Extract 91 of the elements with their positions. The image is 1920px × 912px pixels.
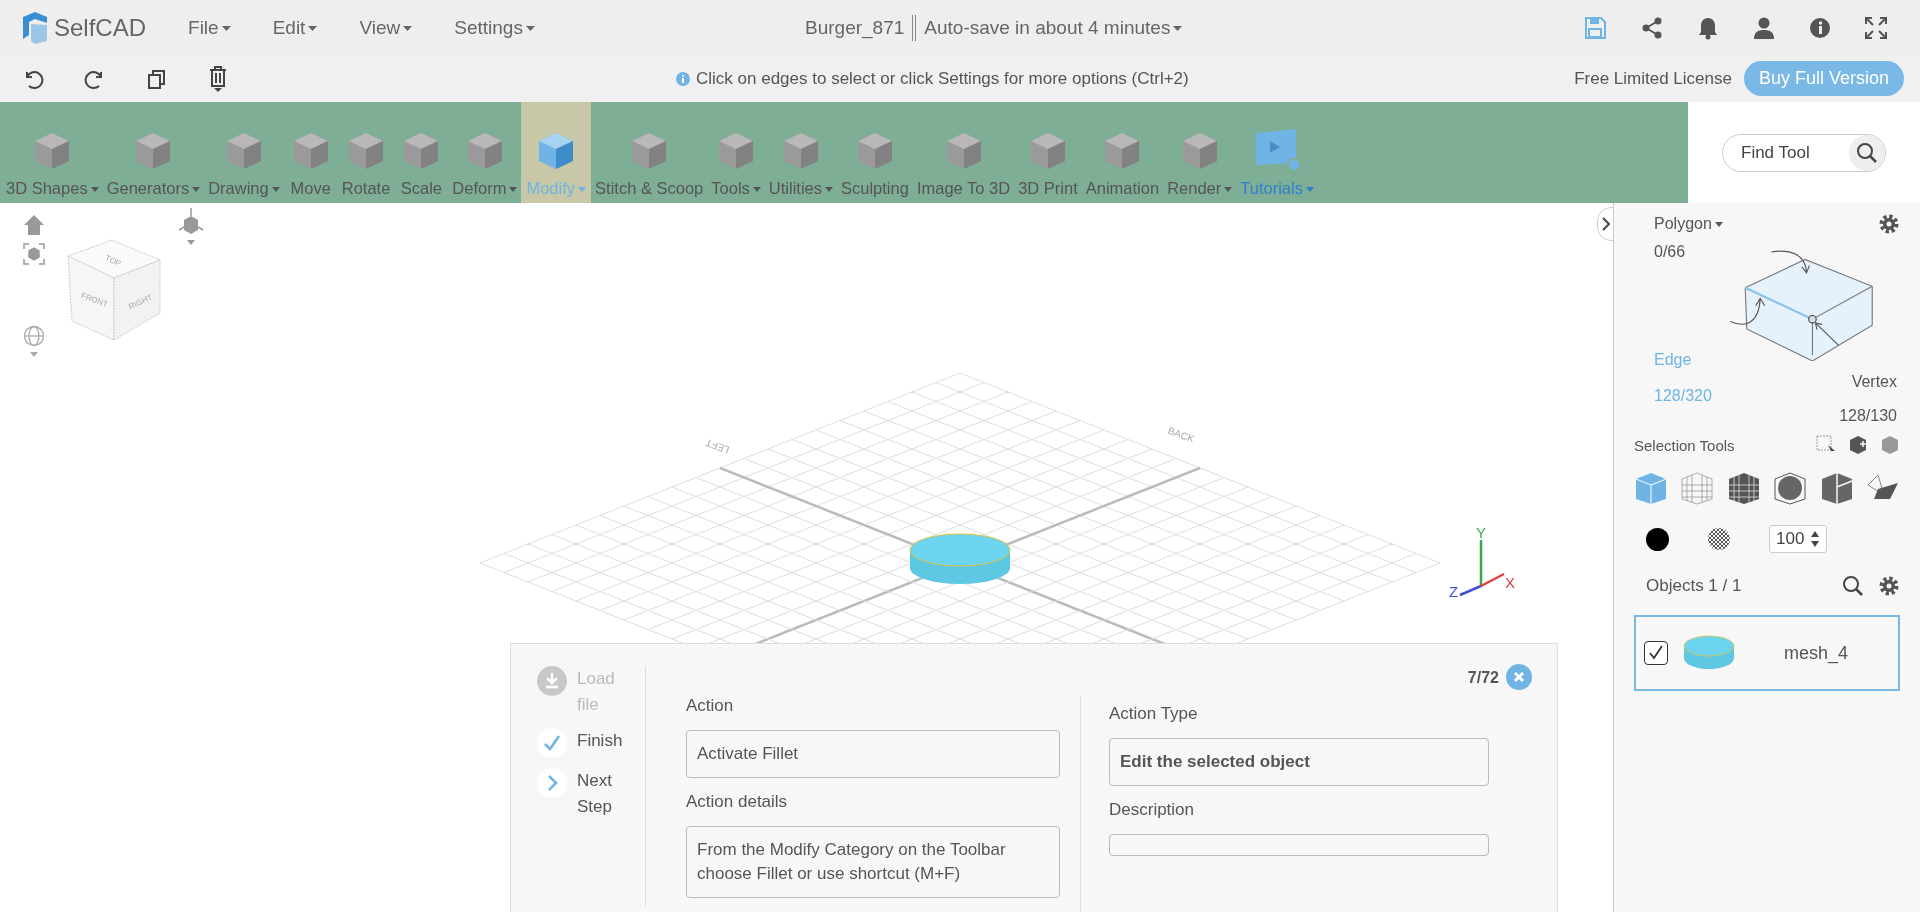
section-title: Objects 1 / 1	[1646, 576, 1742, 596]
toolbar-button[interactable]: Scale	[394, 102, 449, 203]
toolbar-button[interactable]: Rotate	[337, 102, 395, 203]
opacity-field[interactable]: 100	[1769, 525, 1828, 553]
caret-icon	[509, 187, 518, 193]
description-field[interactable]	[1109, 834, 1489, 856]
toolbar-button[interactable]: Drawing	[204, 102, 284, 203]
info-icon	[676, 71, 690, 86]
fullscreen-icon[interactable]	[1864, 15, 1888, 40]
selection-mode[interactable]: Edge 128/320	[1654, 351, 1712, 405]
action-details-field[interactable]: From the Modify Category on the Toolbar choose Fillet or use shortcut (M+F)	[686, 826, 1060, 898]
caret-icon	[825, 187, 833, 193]
toolbar-button[interactable]: 3D Print	[1014, 102, 1082, 203]
settings-icon[interactable]	[1878, 213, 1900, 235]
copy-icon[interactable]	[146, 67, 168, 90]
checkbox[interactable]	[1644, 641, 1668, 665]
cube-icon[interactable]	[1880, 435, 1900, 455]
caret-icon	[1305, 187, 1314, 193]
caret-icon	[308, 26, 318, 31]
menu-item[interactable]: Settings	[454, 16, 535, 39]
toolbar-button[interactable]: 3D Shapes	[2, 102, 103, 203]
share-icon[interactable]	[1640, 15, 1664, 40]
menu-item[interactable]: File	[188, 16, 231, 39]
check-icon	[537, 728, 567, 758]
field-label: Action	[686, 696, 735, 716]
grid-cube-icon[interactable]	[1726, 471, 1761, 505]
action-field[interactable]: Activate Fillet	[686, 730, 1060, 778]
buy-button[interactable]: Buy Full Version	[1743, 61, 1904, 96]
toolbar-button[interactable]: Image To 3D	[912, 102, 1015, 203]
selection-mode[interactable]: Vertex 128/130	[1839, 373, 1897, 425]
caret-icon	[578, 187, 587, 193]
logo-icon	[20, 10, 50, 45]
object-item[interactable]: mesh_4	[1634, 615, 1900, 691]
cube-plus-icon[interactable]	[1848, 435, 1868, 455]
caret-icon	[1714, 222, 1723, 228]
toolbar-button[interactable]: Animation	[1081, 102, 1164, 203]
logo-text: SelfCAD	[54, 13, 147, 42]
caret-icon	[221, 26, 231, 31]
toolbar-button[interactable]: Sculpting	[837, 102, 913, 203]
hint-text: Click on edges to select or click Settings for more options (Ctrl+2)	[696, 68, 1189, 89]
section-title: Selection Tools	[1634, 436, 1735, 454]
split-cube-icon[interactable]	[1819, 471, 1854, 505]
grid-label: BACK	[1166, 424, 1196, 445]
toolbar-button[interactable]: Tutorials	[1236, 102, 1318, 203]
sphere-cube-icon[interactable]	[1773, 471, 1808, 505]
tutorial-step[interactable]: Finish	[537, 728, 645, 758]
cylinder-thumbnail	[1682, 634, 1736, 672]
action-type-field[interactable]: Edit the selected object	[1109, 738, 1489, 786]
caret-icon	[752, 187, 761, 193]
step-counter: 7/72	[1467, 669, 1499, 687]
bell-icon[interactable]	[1697, 15, 1719, 40]
chevron-right-icon	[1601, 216, 1611, 232]
info-icon[interactable]	[1809, 16, 1831, 39]
caret-icon	[90, 187, 99, 193]
settings-icon[interactable]	[1878, 575, 1900, 597]
user-icon[interactable]	[1752, 15, 1776, 40]
color-swatch[interactable]	[1646, 527, 1669, 551]
toolbar-button[interactable]: Render	[1163, 102, 1237, 203]
menu-item[interactable]: Edit	[272, 16, 318, 39]
grid-label: LEFT	[704, 437, 731, 456]
caret-icon	[192, 187, 201, 193]
spinner-icon[interactable]	[1810, 530, 1821, 548]
caret-icon	[403, 26, 413, 31]
checkered-sphere-icon[interactable]	[1707, 527, 1731, 551]
chevron-right-icon	[537, 768, 567, 798]
license-text: Free Limited License	[1574, 68, 1732, 89]
axes-drawing: Y Z X	[1449, 524, 1515, 600]
autosave-dropdown[interactable]: Auto-save in about 4 minutes	[924, 16, 1183, 39]
tutorial-step[interactable]: Next Step	[537, 768, 645, 820]
toolbar-button[interactable]: Tools	[707, 102, 765, 203]
toolbar-button[interactable]: Stitch & Scoop	[591, 102, 708, 203]
caret-icon	[1224, 187, 1233, 193]
trash-icon[interactable]	[208, 64, 228, 93]
download-icon	[537, 666, 567, 696]
toolbar-button[interactable]: Deform	[448, 102, 522, 203]
selection-mode[interactable]: Polygon 0/66	[1654, 215, 1723, 261]
toolbar-button[interactable]: Generators	[102, 102, 205, 203]
field-label: Action Type	[1109, 704, 1199, 724]
menu-item[interactable]: View	[359, 16, 413, 39]
document-title: Burger_871	[805, 16, 905, 39]
caret-icon	[525, 26, 535, 31]
field-label: Action details	[686, 792, 789, 812]
search-icon[interactable]	[1842, 575, 1864, 597]
toolbar-button[interactable]: Utilities	[764, 102, 837, 203]
caret-icon	[1173, 26, 1183, 31]
caret-icon	[271, 187, 280, 193]
focus-icon[interactable]	[23, 243, 45, 265]
home-icon[interactable]	[23, 214, 45, 236]
field-label: Description	[1109, 800, 1196, 820]
toolbar-button[interactable]: Move	[283, 102, 338, 203]
search-icon[interactable]	[1849, 134, 1885, 171]
